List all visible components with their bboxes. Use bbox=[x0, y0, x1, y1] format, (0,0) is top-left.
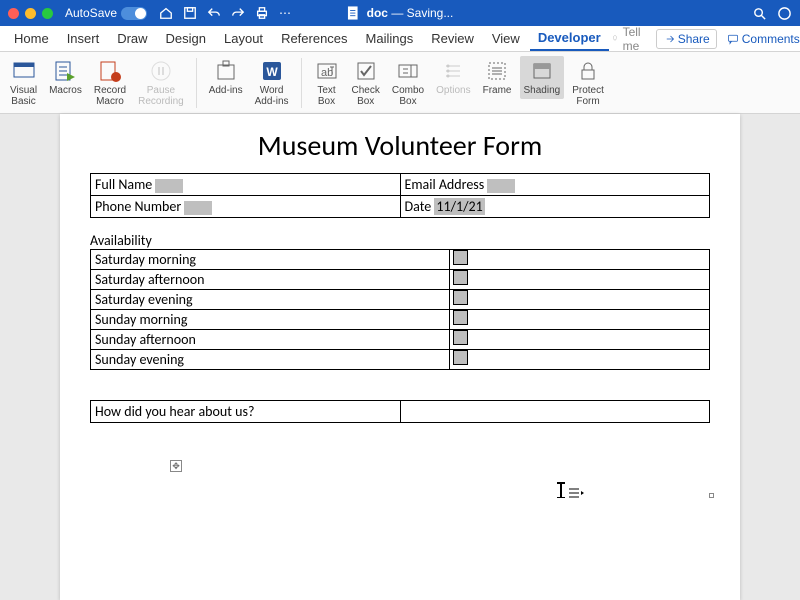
tab-developer[interactable]: Developer bbox=[530, 26, 609, 51]
text-box-button[interactable]: abTextBox bbox=[310, 56, 344, 109]
tell-me[interactable]: Tell me bbox=[611, 25, 646, 53]
combo-box-button[interactable]: ComboBox bbox=[388, 56, 428, 109]
home-icon[interactable] bbox=[159, 6, 173, 20]
email-field[interactable] bbox=[487, 179, 515, 193]
text-box-icon: ab bbox=[316, 60, 338, 82]
combo-box-icon bbox=[397, 60, 419, 82]
autosave-switch-icon[interactable] bbox=[121, 7, 147, 20]
pause-icon bbox=[149, 59, 173, 83]
tab-draw[interactable]: Draw bbox=[109, 27, 155, 50]
avail-row-label: Sunday afternoon bbox=[91, 330, 450, 350]
pause-recording-button: PauseRecording bbox=[134, 56, 188, 109]
availability-table: Saturday morning Saturday afternoon Satu… bbox=[90, 249, 710, 370]
undo-icon[interactable] bbox=[207, 6, 221, 20]
shading-icon bbox=[531, 60, 553, 82]
protect-form-button[interactable]: ProtectForm bbox=[568, 56, 608, 109]
table-resize-handle-icon[interactable] bbox=[709, 493, 714, 498]
tab-references[interactable]: References bbox=[273, 27, 355, 50]
word-add-ins-button[interactable]: WWordAdd-ins bbox=[251, 56, 293, 109]
record-macro-button[interactable]: RecordMacro bbox=[90, 56, 130, 109]
macros-icon bbox=[53, 59, 77, 83]
contact-table: Full Name Email Address Phone Number Dat… bbox=[90, 173, 710, 218]
options-button: Options bbox=[432, 56, 474, 99]
check-box-button[interactable]: CheckBox bbox=[348, 56, 384, 109]
availability-heading: Availability bbox=[90, 232, 710, 249]
avail-checkbox[interactable] bbox=[453, 330, 468, 345]
date-label: Date bbox=[405, 198, 432, 215]
hear-label: How did you hear about us? bbox=[91, 401, 401, 423]
date-field[interactable]: 11/1/21 bbox=[434, 198, 484, 215]
ribbon: VisualBasic Macros RecordMacro PauseReco… bbox=[0, 52, 800, 114]
tab-home[interactable]: Home bbox=[6, 27, 57, 50]
tab-layout[interactable]: Layout bbox=[216, 27, 271, 50]
macros-button[interactable]: Macros bbox=[45, 56, 86, 99]
share-button[interactable]: Share bbox=[656, 29, 717, 49]
tab-design[interactable]: Design bbox=[158, 27, 214, 50]
visual-basic-button[interactable]: VisualBasic bbox=[6, 56, 41, 109]
share-icon bbox=[663, 33, 675, 45]
autosave-toggle[interactable]: AutoSave bbox=[65, 6, 147, 20]
document-canvas[interactable]: Museum Volunteer Form Full Name Email Ad… bbox=[0, 114, 800, 600]
search-icon[interactable] bbox=[752, 6, 767, 21]
print-icon[interactable] bbox=[255, 6, 269, 20]
check-box-icon bbox=[355, 60, 377, 82]
avail-checkbox[interactable] bbox=[453, 310, 468, 325]
tab-view[interactable]: View bbox=[484, 27, 528, 50]
lock-icon bbox=[577, 60, 599, 82]
phone-label: Phone Number bbox=[95, 198, 181, 215]
more-icon[interactable]: ⋯ bbox=[279, 6, 292, 20]
redo-icon[interactable] bbox=[231, 6, 245, 20]
lightbulb-icon bbox=[611, 32, 619, 45]
zoom-window-icon[interactable] bbox=[42, 8, 53, 19]
word-doc-icon bbox=[347, 6, 361, 20]
tab-insert[interactable]: Insert bbox=[59, 27, 108, 50]
add-ins-button[interactable]: Add-ins bbox=[205, 56, 247, 99]
comments-button[interactable]: Comments bbox=[727, 32, 800, 46]
help-icon[interactable] bbox=[777, 6, 792, 21]
phone-field[interactable] bbox=[184, 201, 212, 215]
svg-text:ab: ab bbox=[321, 67, 333, 79]
comment-icon bbox=[727, 33, 739, 45]
visual-basic-icon bbox=[12, 59, 36, 83]
avail-checkbox[interactable] bbox=[453, 350, 468, 365]
window-controls bbox=[8, 8, 53, 19]
full-name-label: Full Name bbox=[95, 176, 152, 193]
frame-icon bbox=[486, 60, 508, 82]
tab-review[interactable]: Review bbox=[423, 27, 482, 50]
email-label: Email Address bbox=[405, 176, 485, 193]
avail-checkbox[interactable] bbox=[453, 270, 468, 285]
close-window-icon[interactable] bbox=[8, 8, 19, 19]
hear-about-table: How did you hear about us? bbox=[90, 400, 710, 423]
avail-row-label: Sunday morning bbox=[91, 310, 450, 330]
table-move-handle-icon[interactable]: ✥ bbox=[170, 460, 182, 472]
form-title: Museum Volunteer Form bbox=[90, 128, 710, 163]
avail-row-label: Sunday evening bbox=[91, 350, 450, 370]
svg-text:W: W bbox=[266, 65, 278, 79]
hear-answer-cell[interactable] bbox=[400, 401, 710, 423]
avail-row-label: Saturday evening bbox=[91, 290, 450, 310]
avail-row-label: Saturday morning bbox=[91, 250, 450, 270]
add-ins-icon bbox=[214, 59, 238, 83]
document-title: doc — Saving... bbox=[347, 6, 454, 20]
page[interactable]: Museum Volunteer Form Full Name Email Ad… bbox=[60, 114, 740, 600]
avail-checkbox[interactable] bbox=[453, 250, 468, 265]
full-name-field[interactable] bbox=[155, 179, 183, 193]
options-icon bbox=[442, 60, 464, 82]
avail-checkbox[interactable] bbox=[453, 290, 468, 305]
shading-button[interactable]: Shading bbox=[520, 56, 565, 99]
tab-mailings[interactable]: Mailings bbox=[358, 27, 422, 50]
word-add-ins-icon: W bbox=[261, 60, 283, 82]
save-icon[interactable] bbox=[183, 6, 197, 20]
title-bar: AutoSave ⋯ doc — Saving... bbox=[0, 0, 800, 26]
ribbon-tabs: Home Insert Draw Design Layout Reference… bbox=[0, 26, 800, 52]
record-macro-icon bbox=[98, 59, 122, 83]
autosave-label: AutoSave bbox=[65, 6, 117, 20]
frame-button[interactable]: Frame bbox=[479, 56, 516, 99]
avail-row-label: Saturday afternoon bbox=[91, 270, 450, 290]
minimize-window-icon[interactable] bbox=[25, 8, 36, 19]
